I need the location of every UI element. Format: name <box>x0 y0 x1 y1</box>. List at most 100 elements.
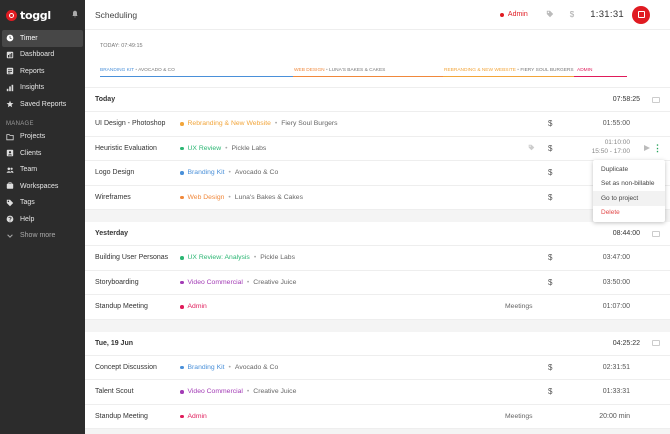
manage-section-label: MANAGE <box>6 120 34 127</box>
entry-tag[interactable]: Meetings <box>505 413 533 420</box>
entry-description[interactable]: Standup Meeting <box>95 413 180 420</box>
stop-timer-button[interactable] <box>632 5 650 24</box>
sidebar-item-help[interactable]: Help <box>0 211 85 228</box>
tag-icon[interactable] <box>528 144 535 153</box>
sidebar-item-insights[interactable]: Insights <box>0 80 85 97</box>
sidebar-item-projects[interactable]: Projects <box>0 129 85 146</box>
time-entry-row[interactable]: Talent Scout Video Commercial • Creative Ju… <box>85 380 670 405</box>
project-color-dot <box>180 146 184 150</box>
timeline-segment-label[interactable]: WEB DESIGN • LUNA'S BAKES & CAKES <box>294 68 385 73</box>
bell-icon[interactable] <box>71 10 79 20</box>
entry-project[interactable]: Video Commercial • Creative Juice <box>180 279 296 286</box>
entry-project[interactable]: Admin <box>180 303 207 310</box>
timeline-bar[interactable] <box>574 76 627 78</box>
time-entry-row[interactable]: Standup Meeting Admin Meetings 01:07:00 <box>85 295 670 320</box>
entry-project[interactable]: Web Design • Luna's Bakes & Cakes <box>180 194 303 201</box>
entry-project[interactable]: UX Review: Analysis • Pickle Labs <box>180 254 295 261</box>
entry-duration[interactable]: 03:47:00 <box>603 254 630 261</box>
entry-duration-block[interactable]: 01:10:00 15:50 - 17:00 <box>592 138 630 156</box>
entry-project[interactable]: Rebranding & New Website • Fiery Soul Burg… <box>180 120 338 127</box>
billable-dollar-icon[interactable]: $ <box>548 168 552 177</box>
timeline-bar[interactable] <box>100 76 293 78</box>
entry-tag[interactable]: Meetings <box>505 303 533 310</box>
billable-dollar-icon[interactable]: $ <box>548 278 552 287</box>
entry-time-range: 15:50 - 17:00 <box>591 147 630 155</box>
sidebar-item-label: Dashboard <box>20 51 55 59</box>
help-icon <box>6 215 14 223</box>
entry-project[interactable]: Branding Kit • Avocado & Co <box>180 169 278 176</box>
play-icon[interactable] <box>644 145 650 152</box>
entry-description[interactable]: Concept Discussion <box>95 364 180 371</box>
time-entry-row[interactable]: Wireframes Web Design • Luna's Bakes & Cake… <box>85 186 670 210</box>
entry-description[interactable]: Wireframes <box>95 194 180 201</box>
client-name: Avocado & Co <box>234 363 279 371</box>
sidebar-item-reports[interactable]: Reports <box>0 63 85 80</box>
show-more-button[interactable]: Show more <box>0 228 85 245</box>
sidebar-item-label: Timer <box>20 34 38 42</box>
day-title: Yesterday <box>95 230 129 237</box>
sidebar-item-tags[interactable]: Tags <box>0 195 85 212</box>
timeline-bar[interactable] <box>443 76 574 78</box>
time-entry-row[interactable]: Building User Personas UX Review: Analysi… <box>85 246 670 271</box>
tag-icon[interactable] <box>546 10 554 20</box>
top-bar: Scheduling Admin $ 1:31:31 <box>85 0 670 30</box>
sidebar-item-saved-reports[interactable]: Saved Reports <box>0 96 85 113</box>
more-options-icon[interactable]: ⋮ <box>653 143 662 152</box>
timeline-bar[interactable] <box>293 76 443 78</box>
billable-dollar-icon[interactable]: $ <box>548 387 552 396</box>
entry-description[interactable]: Storyboarding <box>95 279 180 286</box>
time-entry-row[interactable]: Concept Discussion Branding Kit • Avocado &… <box>85 356 670 380</box>
entry-description[interactable]: Building User Personas <box>95 254 180 261</box>
entry-duration[interactable]: 20:00 min <box>599 413 630 420</box>
billable-dollar-icon[interactable]: $ <box>570 10 574 19</box>
collapse-toggle-icon[interactable] <box>652 340 660 346</box>
timeline-segment-label[interactable]: ADMIN <box>577 68 592 73</box>
collapse-toggle-icon[interactable] <box>652 96 660 103</box>
timeline-segment-label[interactable]: BRANDING KIT • AVOCADO & CO <box>100 68 175 73</box>
billable-dollar-icon[interactable]: $ <box>548 193 552 202</box>
time-entry-row[interactable]: Storyboarding Video Commercial • Creative J… <box>85 271 670 295</box>
billable-dollar-icon[interactable]: $ <box>548 144 552 153</box>
billable-dollar-icon[interactable]: $ <box>548 119 552 128</box>
entry-description[interactable]: Standup Meeting <box>95 303 180 310</box>
current-project-selector[interactable]: Admin <box>508 11 528 18</box>
separator-dot: • <box>228 363 231 371</box>
menu-item-delete[interactable]: Delete <box>593 206 665 221</box>
entry-description[interactable]: Logo Design <box>95 169 180 176</box>
entry-duration[interactable]: 02:31:51 <box>603 364 630 371</box>
collapse-toggle-icon[interactable] <box>652 230 660 237</box>
time-entry-row[interactable]: Standup Meeting Admin Meetings 20:00 min <box>85 405 670 429</box>
entry-description[interactable]: Talent Scout <box>95 388 180 395</box>
entry-project[interactable]: Branding Kit • Avocado & Co <box>180 364 278 371</box>
menu-item-set-as-non-billable[interactable]: Set as non-billable <box>593 177 665 192</box>
entry-duration[interactable]: 01:55:00 <box>603 120 630 127</box>
sidebar-item-timer[interactable]: Timer <box>2 30 83 47</box>
time-entry-row[interactable]: Logo Design Branding Kit • Avocado & Co $ <box>85 161 670 186</box>
time-entry-row[interactable]: UI Design - Photoshop Rebranding & New We… <box>85 112 670 137</box>
menu-item-duplicate[interactable]: Duplicate <box>593 162 665 177</box>
sidebar-item-workspaces[interactable]: Workspaces <box>0 178 85 195</box>
client-name: Creative Juice <box>253 388 297 396</box>
show-more-label: Show more <box>20 232 56 240</box>
entry-description[interactable]: Heuristic Evaluation <box>95 145 180 152</box>
sidebar-item-label: Reports <box>20 67 45 75</box>
sidebar-item-dashboard[interactable]: Dashboard <box>0 47 85 64</box>
sidebar-item-label: Help <box>20 215 35 223</box>
entry-project[interactable]: UX Review • Pickle Labs <box>180 145 266 152</box>
billable-dollar-icon[interactable]: $ <box>548 253 552 262</box>
entry-duration[interactable]: 03:50:00 <box>603 279 630 286</box>
entry-duration[interactable]: 01:07:00 <box>603 303 630 310</box>
time-entry-row[interactable]: Heuristic Evaluation UX Review • Pickle Lab… <box>85 137 670 161</box>
entry-project[interactable]: Admin <box>180 413 207 420</box>
entry-duration[interactable]: 01:33:31 <box>603 388 630 395</box>
client-name: Fiery Soul Burgers <box>281 120 338 128</box>
separator-dot: • <box>274 120 278 128</box>
entry-description[interactable]: UI Design - Photoshop <box>95 120 180 127</box>
billable-dollar-icon[interactable]: $ <box>548 363 552 372</box>
sidebar-item-clients[interactable]: Clients <box>0 145 85 162</box>
timeline-segment-label[interactable]: REBRANDING & NEW WEBSITE • FIERY SOUL BU… <box>444 68 574 73</box>
menu-item-go-to-project[interactable]: Go to project <box>593 191 665 206</box>
day-total: 07:58:25 <box>612 96 640 103</box>
entry-project[interactable]: Video Commercial • Creative Juice <box>180 388 296 395</box>
sidebar-item-team[interactable]: Team <box>0 162 85 179</box>
